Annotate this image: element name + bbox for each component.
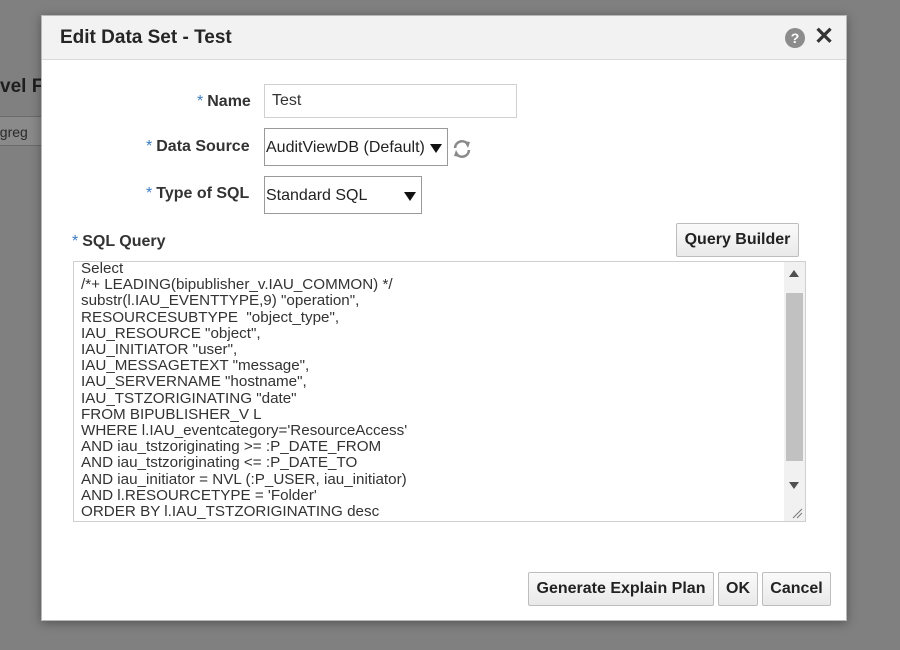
data-source-label: * Data Source [146,138,250,156]
sql-query-label: * SQL Query [72,233,166,251]
sql-line: IAU_MESSAGETEXT "message", [81,357,310,375]
sql-query-textarea[interactable]: Select/*+ LEADING(bipublisher_v.IAU_COMM… [73,261,806,522]
sql-line: /*+ LEADING(bipublisher_v.IAU_COMMON) */ [81,276,393,294]
close-icon[interactable]: ✕ [812,24,836,50]
sql-type-select[interactable]: Standard SQL [264,176,422,214]
sql-line: FROM BIPUBLISHER_V L [81,405,262,423]
cancel-button[interactable]: Cancel [762,572,831,606]
chevron-down-icon [430,144,442,153]
sql-type-label-text: Type of SQL [156,185,250,202]
sql-scrollbar[interactable] [784,262,805,521]
sql-line: AND iau_tstzoriginating <= :P_DATE_TO [81,454,358,472]
sql-line: AND iau_tstzoriginating >= :P_DATE_FROM [81,438,382,456]
refresh-icon[interactable] [451,138,473,160]
name-label: * Name [197,93,251,111]
required-marker: * [197,93,204,110]
data-source-select[interactable]: AuditViewDB (Default) [264,128,448,166]
sql-line: substr(l.IAU_EVENTTYPE,9) "operation", [81,292,360,310]
required-marker: * [146,185,153,202]
edit-data-set-dialog: Edit Data Set - Test ? ✕ *Name *Data Sou… [41,15,847,621]
help-icon[interactable]: ? [785,28,805,48]
sql-type-label: * Type of SQL [146,185,249,203]
sql-line: IAU_TSTZORIGINATING "date" [81,389,297,407]
sql-query-text: Select/*+ LEADING(bipublisher_v.IAU_COMM… [81,261,781,521]
ok-button[interactable]: OK [718,572,758,606]
scroll-down-icon[interactable] [789,482,799,489]
data-source-value: AuditViewDB (Default) [266,139,425,156]
required-marker: * [72,233,79,250]
name-label-text: Name [207,93,251,110]
query-builder-button[interactable]: Query Builder [676,223,799,257]
sql-line: RESOURCESUBTYPE "object_type", [81,308,340,326]
dialog-header: Edit Data Set - Test ? ✕ [42,16,846,60]
generate-explain-plan-button[interactable]: Generate Explain Plan [528,572,714,606]
name-input[interactable] [264,84,517,118]
sql-type-value: Standard SQL [266,187,368,204]
dialog-title: Edit Data Set - Test [60,27,232,48]
sql-line: IAU_INITIATOR "user", [81,341,238,359]
sql-line: IAU_RESOURCE "object", [81,324,261,342]
resize-grip-icon[interactable] [791,507,803,519]
sql-line: ORDER BY l.IAU_TSTZORIGINATING desc [81,503,380,521]
required-marker: * [146,138,153,155]
scroll-up-icon[interactable] [789,270,799,277]
sql-line: AND l.RESOURCETYPE = 'Folder' [81,486,317,504]
sql-line: WHERE l.IAU_eventcategory='ResourceAcces… [81,422,408,440]
data-source-label-text: Data Source [156,138,250,155]
sql-query-label-text: SQL Query [82,233,166,250]
sql-line: Select [81,261,124,277]
scroll-thumb[interactable] [786,293,803,461]
sql-line: AND iau_initiator = NVL (:P_USER, iau_in… [81,470,407,488]
chevron-down-icon [404,192,416,201]
sql-line: IAU_SERVERNAME "hostname", [81,373,307,391]
